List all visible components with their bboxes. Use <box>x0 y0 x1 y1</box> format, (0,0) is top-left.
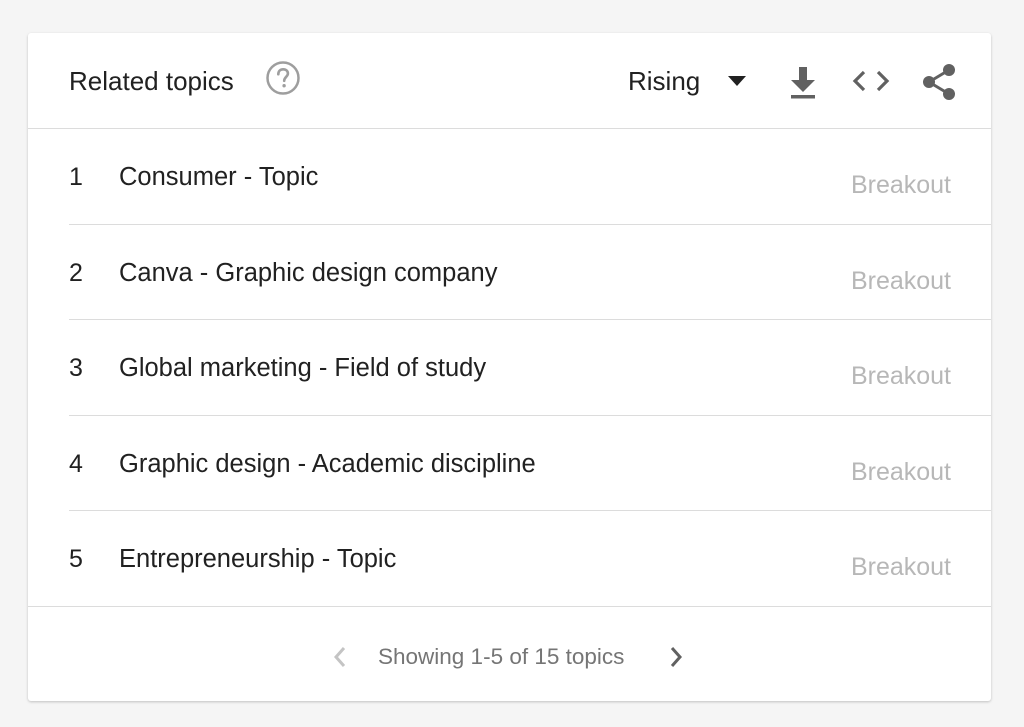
topic-name[interactable]: Entrepreneurship - Topic <box>119 545 396 574</box>
help-circle-icon[interactable] <box>265 60 301 96</box>
topic-value: Breakout <box>850 457 951 486</box>
topic-row[interactable]: 4 Graphic design - Academic discipline B… <box>69 416 991 511</box>
topic-rank: 1 <box>69 163 83 191</box>
topic-rank: 5 <box>69 545 83 573</box>
sort-dropdown[interactable]: Rising <box>628 61 747 101</box>
topic-row[interactable]: 2 Canva - Graphic design company Breakou… <box>69 225 991 320</box>
topic-row[interactable]: 5 Entrepreneurship - Topic Breakout <box>28 511 991 607</box>
topic-name[interactable]: Canva - Graphic design company <box>119 259 497 288</box>
share-icon[interactable] <box>921 63 957 101</box>
related-topics-card: Related topics Rising 1 Consumer - Topic… <box>28 33 991 701</box>
caret-down-icon <box>728 76 747 86</box>
topic-value: Breakout <box>850 266 951 295</box>
embed-code-icon[interactable] <box>852 67 890 95</box>
topic-value: Breakout <box>850 553 951 581</box>
chevron-left-icon[interactable] <box>333 645 347 669</box>
pagination-status: Showing 1-5 of 15 topics <box>378 644 625 669</box>
topic-row[interactable]: 3 Global marketing - Field of study Brea… <box>69 320 991 416</box>
card-title: Related topics <box>69 66 234 96</box>
topics-list: 1 Consumer - Topic Breakout 2 Canva - Gr… <box>28 129 991 607</box>
topic-value: Breakout <box>850 362 951 390</box>
sort-selected-label: Rising <box>628 65 701 96</box>
chevron-right-icon[interactable] <box>669 645 683 669</box>
topic-name[interactable]: Global marketing - Field of study <box>119 354 486 383</box>
topic-name[interactable]: Graphic design - Academic discipline <box>119 450 536 479</box>
topic-rank: 4 <box>69 449 83 478</box>
topic-name[interactable]: Consumer - Topic <box>119 163 318 192</box>
download-icon[interactable] <box>788 64 818 100</box>
topic-row[interactable]: 1 Consumer - Topic Breakout <box>69 129 991 225</box>
topic-rank: 2 <box>69 258 83 287</box>
topic-rank: 3 <box>69 354 83 382</box>
card-header: Related topics Rising <box>28 33 991 129</box>
topic-value: Breakout <box>850 171 951 199</box>
